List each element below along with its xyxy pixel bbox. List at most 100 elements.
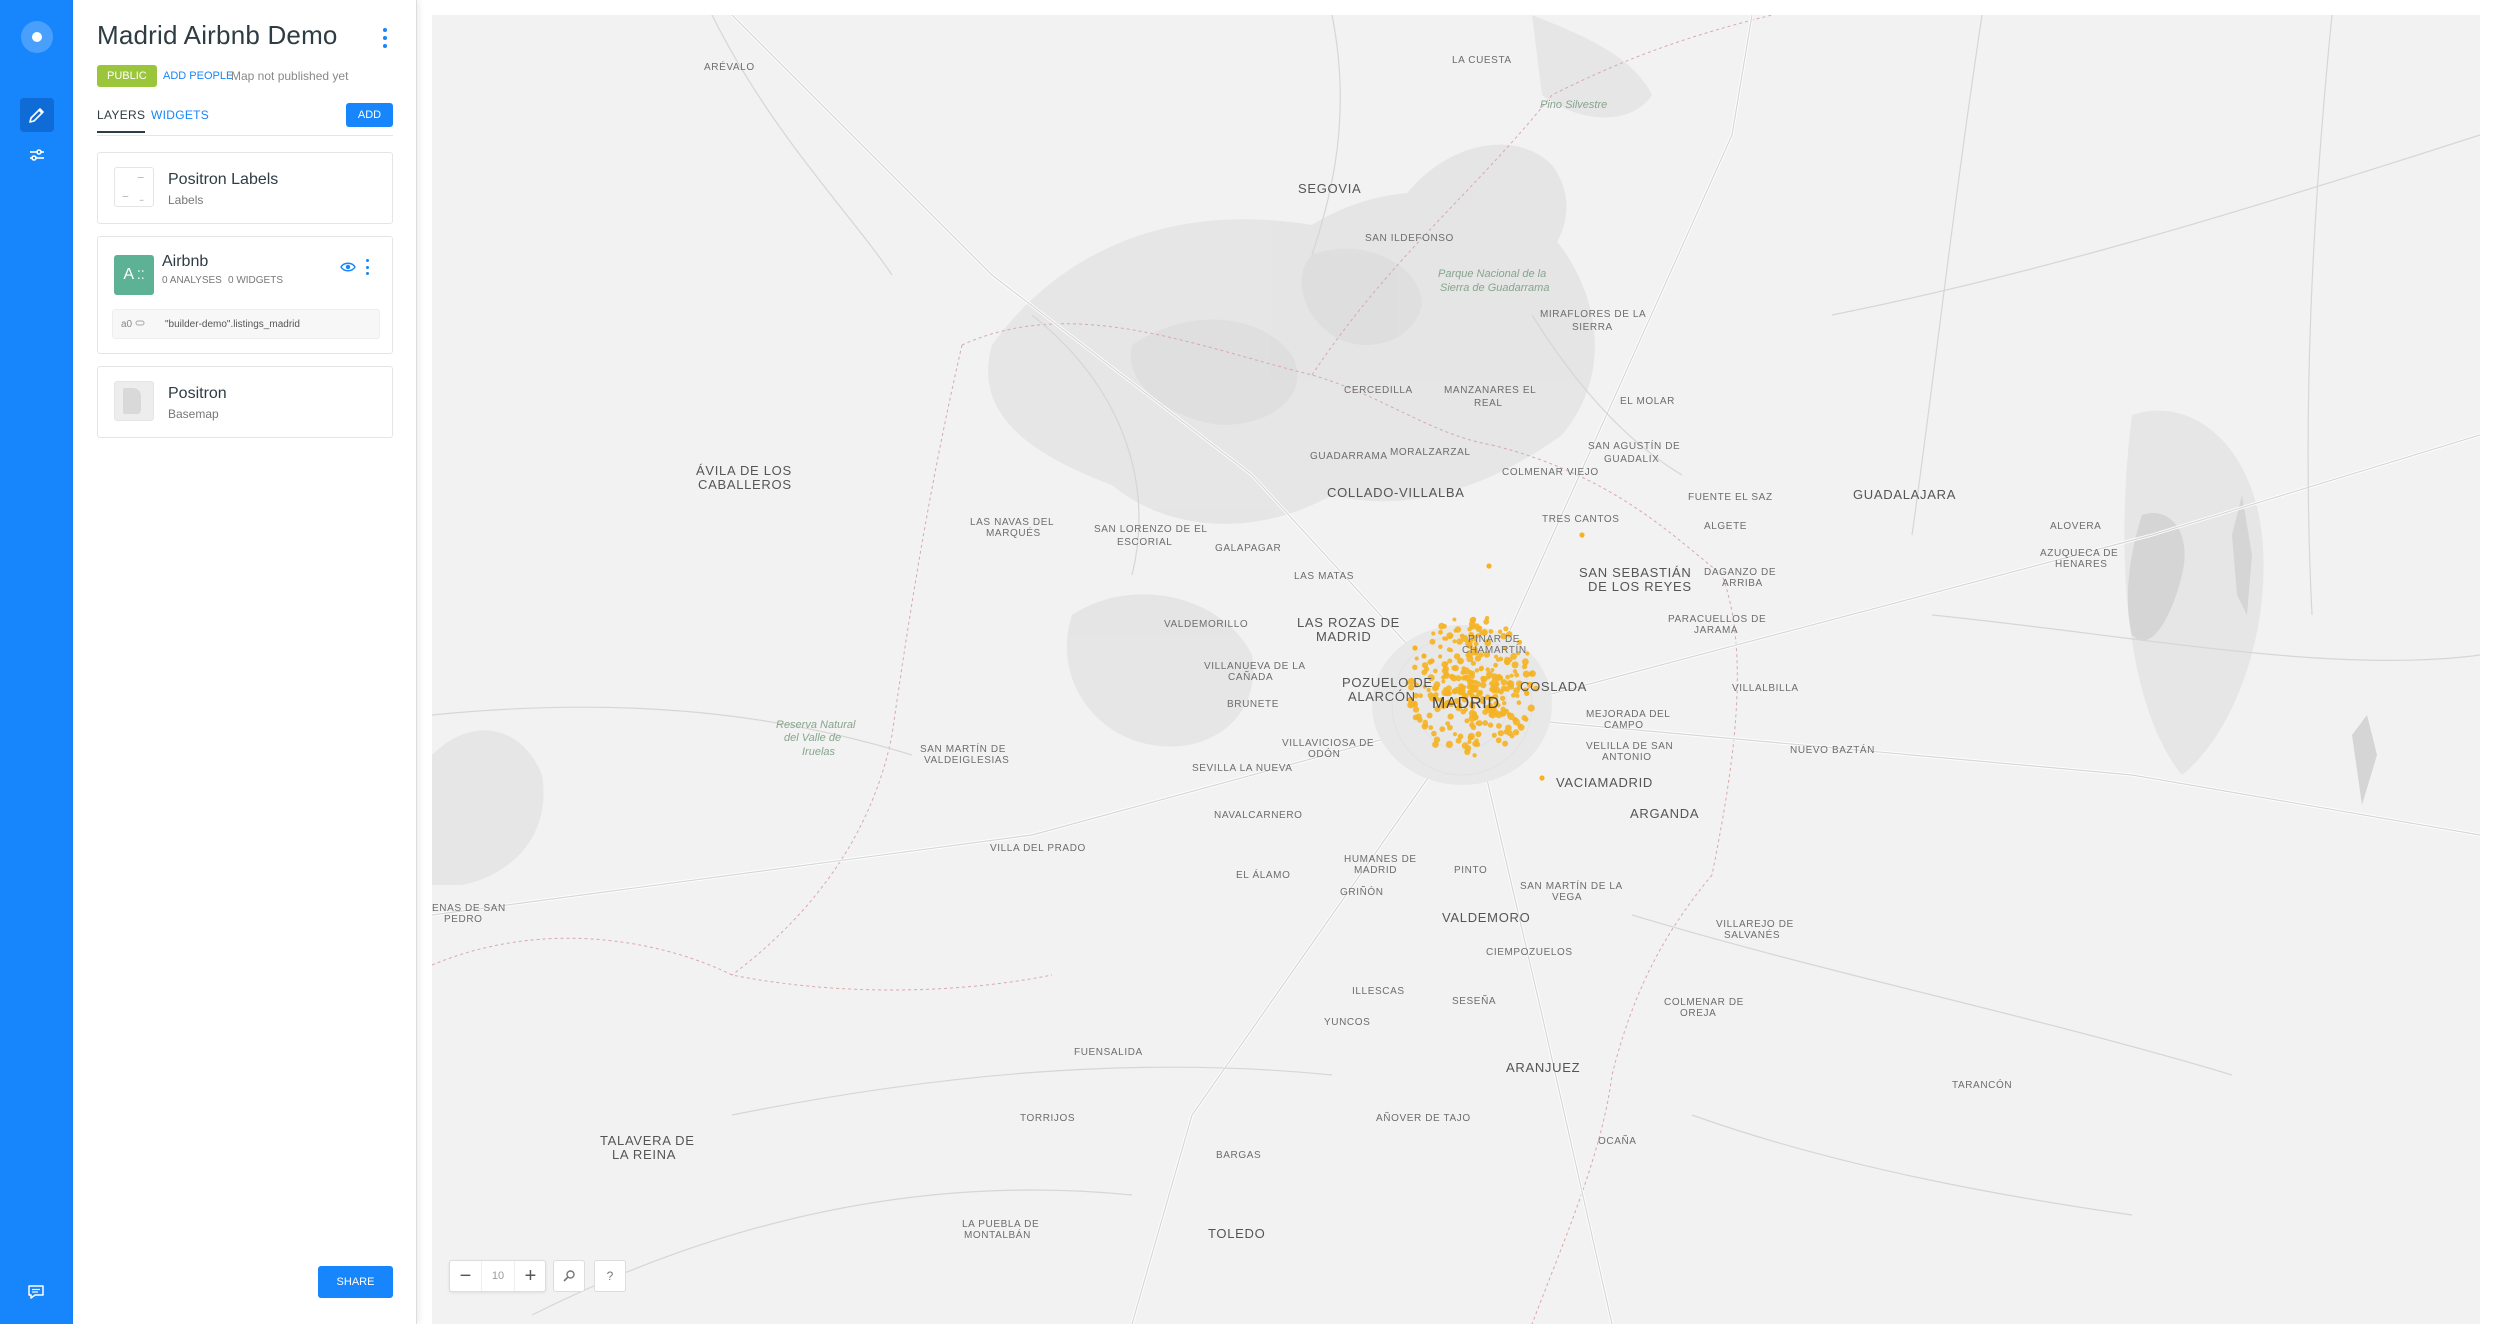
add-layer-button[interactable]: ADD [346,103,393,127]
map-label: MEJORADA DEL [1586,709,1670,720]
map-label: MADRID [1316,629,1371,644]
map-label: YUNCOS [1324,1017,1370,1028]
sliders-icon[interactable] [20,138,54,172]
listing-point [1447,713,1454,720]
map-label: MARQUÉS [986,526,1041,539]
map-label: LA PUEBLA DE [962,1219,1039,1230]
listing-point [1452,639,1457,644]
eye-icon[interactable] [340,261,356,273]
listing-point [1528,671,1534,677]
zoom-out-button[interactable]: − [450,1261,482,1291]
map-label: Parque Nacional de la [1438,268,1546,280]
listing-point [1475,721,1480,726]
tab-widgets[interactable]: WIDGETS [151,108,209,122]
map-label: LA REINA [612,1147,676,1162]
listing-point [1509,673,1514,678]
layer-name: Positron [168,385,227,402]
map-label: TARANCÓN [1952,1078,2012,1091]
listing-point [1422,719,1428,726]
map-label: ÁVILA DE LOS [696,463,792,478]
listing-point [1515,693,1520,698]
listing-point [1497,730,1504,737]
carto-logo-icon[interactable] [21,21,53,53]
map-label: VALDEMORILLO [1164,619,1248,630]
map-title[interactable]: Madrid Airbnb Demo [97,20,338,51]
listing-point [1460,685,1465,691]
listing-point [1516,700,1522,705]
map-label: ALARCÓN [1348,689,1416,704]
map-label: MANZANARES EL [1444,385,1536,396]
listing-point [1470,660,1476,666]
listing-point [1472,687,1478,692]
listing-point [1486,671,1493,678]
layer-card-positron-basemap[interactable]: Positron Basemap [97,366,393,438]
listing-point [1474,668,1480,673]
source-id: a0 [121,319,133,330]
map-label: GRIÑÓN [1340,885,1384,898]
search-button[interactable] [553,1260,585,1292]
map-label: SALVANÉS [1724,928,1780,941]
chat-icon[interactable] [27,1284,45,1300]
panel-tabs: LAYERS WIDGETS ADD [97,100,393,136]
listing-point [1446,632,1454,640]
map-label: ALOVERA [2050,521,2101,532]
pencil-icon[interactable] [20,98,54,132]
layer-options-icon[interactable] [366,259,370,275]
map-label: BRUNETE [1227,699,1279,710]
listing-point [1431,631,1436,636]
listing-point [1499,709,1507,717]
map-canvas[interactable]: ARÉVALO LA CUESTA Pino Silvestre SEGOVIA… [432,15,2480,1324]
map-label: CAMPO [1604,720,1644,731]
listing-point [1445,740,1453,749]
map-label: LAS ROZAS DE [1297,615,1400,630]
map-label: DAGANZO DE [1704,567,1776,578]
share-button[interactable]: SHARE [318,1266,393,1298]
listing-point [1503,729,1509,735]
map-label: EL MOLAR [1620,396,1675,407]
more-options-icon[interactable] [381,28,389,48]
listing-point [1462,667,1470,675]
listing-point [1457,657,1464,665]
map-label: SAN ILDEFONSO [1365,233,1454,244]
listing-point [1441,679,1446,684]
listing-point [1495,737,1502,744]
listing-point [1509,733,1515,739]
listing-point [1464,748,1471,756]
zoom-level: 10 [491,1270,505,1282]
listing-point [1504,658,1511,666]
map-label: SESEÑA [1452,994,1496,1007]
add-people-link[interactable]: ADD PEOPLE [163,70,233,82]
map-label: NAVALCARNERO [1214,810,1303,821]
listing-point [1475,731,1482,738]
map-label: ARRIBA [1722,578,1763,589]
listing-point [1472,740,1479,747]
map-label: EL ÁLAMO [1236,868,1290,881]
listing-point [1472,753,1477,758]
layer-source[interactable]: a0 "builder-demo".listings_madrid [112,309,380,339]
listing-point [1511,692,1516,698]
map-label: AÑOVER DE TAJO [1376,1111,1471,1124]
listing-point [1500,695,1506,701]
privacy-badge[interactable]: PUBLIC [97,65,157,87]
listing-point [1451,688,1458,695]
listing-point [1412,706,1420,713]
tab-layers[interactable]: LAYERS [97,108,146,133]
zoom-in-button[interactable]: + [514,1261,546,1291]
map-label: VALDEMORO [1442,910,1530,925]
listing-point [1443,687,1448,692]
layer-card-positron-labels[interactable]: Positron Labels Labels [97,152,393,224]
map-label: AZUQUECA DE [2040,548,2118,559]
search-icon [563,1270,575,1282]
listing-point [1527,704,1535,712]
help-button[interactable]: ? [594,1260,626,1292]
map-label: GUADALAJARA [1853,487,1956,502]
listing-point [1478,665,1484,671]
map-label: CABALLEROS [698,477,792,492]
listing-point [1473,679,1478,684]
layer-card-airbnb[interactable]: A ⁚⁚ Airbnb 0 ANALYSES 0 WIDGETS a0 "buil… [97,236,393,354]
listing-point [1502,701,1507,706]
listing-point [1470,670,1475,676]
map-label: MADRID [1432,695,1500,712]
listing-point [1579,532,1585,538]
listing-point [1439,726,1446,732]
